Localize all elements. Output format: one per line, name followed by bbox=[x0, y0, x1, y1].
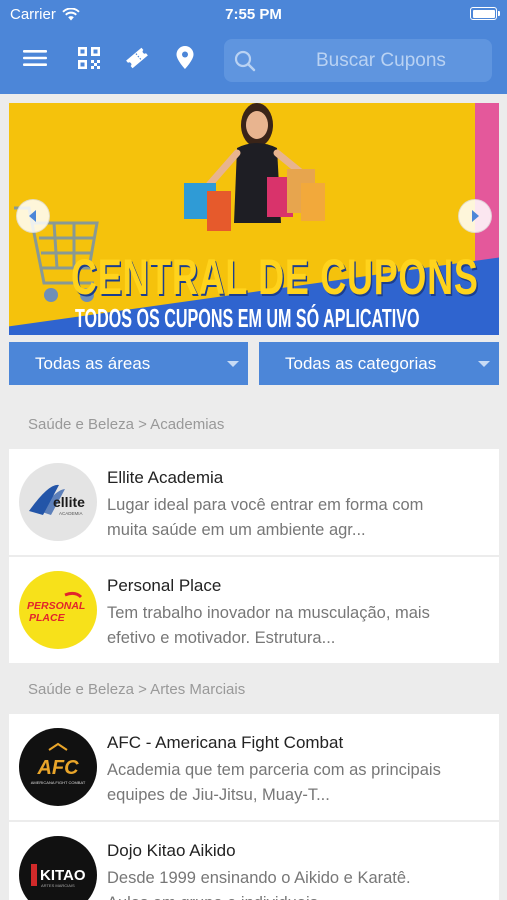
location-pin-icon[interactable] bbox=[171, 44, 199, 72]
item-description-line: Desde 1999 ensinando o Aikido e Karatê. bbox=[107, 869, 411, 887]
banner-title: CENTRAL DE CUPONS bbox=[71, 249, 479, 305]
item-description-line: equipes de Jiu-Jitsu, Muay-T... bbox=[107, 786, 330, 804]
menu-icon[interactable] bbox=[21, 44, 49, 72]
section-header-label: Saúde e Beleza > Academias bbox=[28, 416, 225, 433]
personal-place-logo: PERSONAL PLACE bbox=[27, 591, 85, 624]
list-item[interactable]: ellite ACADEMIA Ellite Academia Lugar id… bbox=[9, 449, 499, 555]
item-description: Tem trabalho inovador na musculação, mai… bbox=[107, 601, 487, 651]
ellite-logo-sub: ACADEMIA bbox=[59, 511, 83, 516]
app-header: Carrier 7:55 PM Buscar Cupons bbox=[0, 0, 507, 94]
section-header: Saúde e Beleza > Academias bbox=[9, 402, 499, 446]
banner-subtitle: TODOS OS CUPONS EM UM SÓ APLICATIVO bbox=[75, 303, 420, 333]
item-description-line: Lugar ideal para você entrar em forma co… bbox=[107, 496, 424, 514]
section-header-label: Saúde e Beleza > Artes Marciais bbox=[28, 681, 246, 698]
personal-place-logo-sub: PLACE bbox=[29, 612, 66, 624]
chevron-left-icon bbox=[29, 210, 36, 222]
qr-code-icon[interactable] bbox=[75, 44, 103, 72]
promo-banner[interactable]: CENTRAL DE CUPONS TODOS OS CUPONS EM UM … bbox=[9, 103, 499, 335]
area-dropdown[interactable]: Todas as áreas bbox=[9, 342, 248, 385]
list-item[interactable]: KITAO ARTES MARCIAIS Dojo Kitao Aikido D… bbox=[9, 822, 499, 900]
list-item[interactable]: AFC AMERICANA FIGHT COMBAT AFC - America… bbox=[9, 714, 499, 820]
search-input[interactable]: Buscar Cupons bbox=[224, 39, 492, 82]
item-name: Personal Place bbox=[107, 576, 222, 595]
ticket-icon[interactable] bbox=[123, 44, 151, 72]
nav-bar: Buscar Cupons bbox=[0, 36, 507, 84]
caret-down-icon bbox=[227, 361, 239, 367]
list-item[interactable]: PERSONAL PLACE Personal Place Tem trabal… bbox=[9, 557, 499, 663]
avatar: ellite ACADEMIA bbox=[19, 463, 97, 541]
item-name: AFC - Americana Fight Combat bbox=[107, 733, 344, 752]
ellite-logo: ellite ACADEMIA bbox=[29, 484, 85, 516]
status-time: 7:55 PM bbox=[225, 6, 282, 23]
search-icon bbox=[234, 50, 256, 72]
item-description: Desde 1999 ensinando o Aikido e Karatê. … bbox=[107, 866, 487, 900]
kitao-logo-text: KITAO bbox=[40, 867, 86, 884]
item-description-line: Tem trabalho inovador na musculação, mai… bbox=[107, 604, 430, 622]
kitao-logo-sub: ARTES MARCIAIS bbox=[41, 883, 75, 888]
avatar: AFC AMERICANA FIGHT COMBAT bbox=[19, 728, 97, 806]
avatar: KITAO ARTES MARCIAIS bbox=[19, 836, 97, 900]
item-description-line: muita saúde em um ambiente agr... bbox=[107, 521, 366, 539]
item-description-line: Academia que tem parceria com as princip… bbox=[107, 761, 441, 779]
caret-down-icon bbox=[478, 361, 490, 367]
afc-logo-text: AFC bbox=[36, 757, 79, 779]
banner-next-button[interactable] bbox=[458, 199, 492, 233]
battery-icon bbox=[470, 7, 500, 20]
item-name: Ellite Academia bbox=[107, 468, 224, 487]
area-dropdown-label: Todas as áreas bbox=[35, 354, 151, 373]
item-description: Academia que tem parceria com as princip… bbox=[107, 758, 487, 808]
section-header: Saúde e Beleza > Artes Marciais bbox=[9, 667, 499, 711]
item-description-line: Aulas em grupo e individuais... bbox=[107, 891, 487, 900]
banner-prev-button[interactable] bbox=[16, 199, 50, 233]
afc-logo: AFC AMERICANA FIGHT COMBAT bbox=[31, 742, 86, 785]
status-bar: Carrier 7:55 PM bbox=[0, 0, 507, 28]
avatar: PERSONAL PLACE bbox=[19, 571, 97, 649]
search-placeholder: Buscar Cupons bbox=[316, 50, 446, 71]
kitao-logo: KITAO ARTES MARCIAIS bbox=[31, 864, 86, 888]
woman-shopping-illustration bbox=[184, 103, 325, 231]
category-dropdown-label: Todas as categorias bbox=[285, 354, 437, 373]
item-description: Lugar ideal para você entrar em forma co… bbox=[107, 493, 487, 543]
chevron-right-icon bbox=[472, 210, 479, 222]
item-name: Dojo Kitao Aikido bbox=[107, 841, 236, 860]
afc-logo-sub: AMERICANA FIGHT COMBAT bbox=[31, 780, 86, 785]
item-description-line: efetivo e motivador. Estrutura... bbox=[107, 629, 336, 647]
ellite-logo-text: ellite bbox=[53, 494, 85, 510]
category-dropdown[interactable]: Todas as categorias bbox=[259, 342, 499, 385]
personal-place-logo-text: PERSONAL bbox=[27, 600, 85, 612]
